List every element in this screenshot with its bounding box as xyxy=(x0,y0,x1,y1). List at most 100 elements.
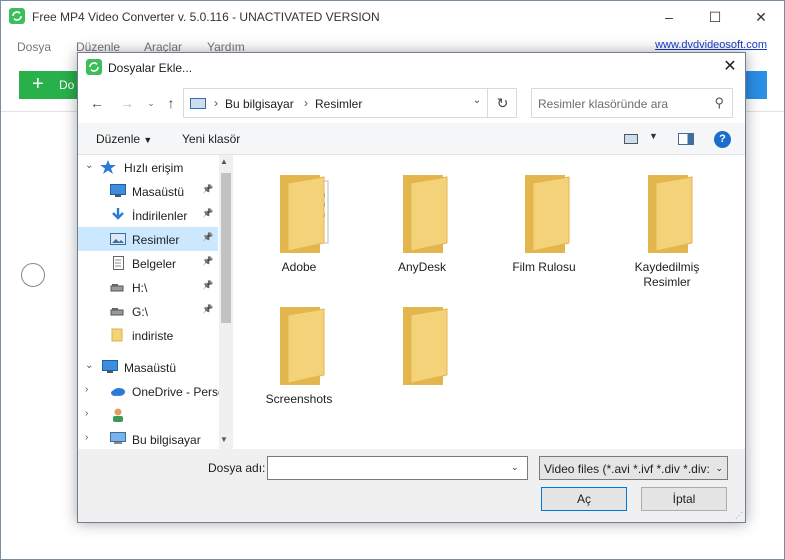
folder-icon xyxy=(110,328,126,342)
dialog-title-bar: Dosyalar Ekle... ✕ xyxy=(78,53,745,83)
chevron-down-icon[interactable]: ▼ xyxy=(649,131,658,141)
folder-icon xyxy=(401,173,451,253)
folder-name: Screenshots xyxy=(265,392,333,406)
nav-item-label: İndirilenler xyxy=(132,209,188,223)
up-arrow-icon[interactable]: ↑ xyxy=(162,94,180,112)
add-files-label: Do xyxy=(59,78,75,92)
help-icon[interactable]: ? xyxy=(714,131,731,148)
cancel-button[interactable]: İptal xyxy=(641,487,727,511)
nav-item-label: OneDrive - Persc xyxy=(132,385,225,399)
pictures-icon xyxy=(190,98,206,109)
refresh-icon[interactable]: ↻ xyxy=(487,89,517,117)
breadcrumb-this-pc[interactable]: Bu bilgisayar xyxy=(225,97,294,111)
folder-item[interactable]: Kaydedilmiş Resimler xyxy=(617,173,717,303)
folder-name: Film Rulosu xyxy=(512,260,576,274)
filename-input[interactable]: ⌄ xyxy=(267,456,528,480)
open-button[interactable]: Aç xyxy=(541,487,627,511)
nav-item[interactable]: Resimler 📌 xyxy=(78,227,218,251)
dialog-title: Dosyalar Ekle... xyxy=(108,61,193,75)
app-logo-icon xyxy=(9,8,25,24)
folder-name: Adobe xyxy=(281,260,317,274)
nav-item[interactable]: indiriste xyxy=(78,323,218,347)
folder-item[interactable]: Adobe xyxy=(249,173,349,303)
nav-item-label: Masaüstü xyxy=(132,185,185,199)
resize-grip-icon[interactable]: ⋰ xyxy=(735,511,743,520)
folder-icon xyxy=(278,305,328,385)
address-bar[interactable]: › Bu bilgisayar › Resimler ⌄ ↻ xyxy=(183,88,517,118)
minimize-button[interactable]: – xyxy=(646,1,692,33)
nav-scrollbar-thumb[interactable] xyxy=(221,173,231,323)
navigation-row: ← → ⌄ ↑ › Bu bilgisayar › Resimler ⌄ ↻ R… xyxy=(78,83,745,123)
nav-item-label: indiriste xyxy=(132,329,174,343)
folder-name: Kaydedilmiş Resimler xyxy=(634,260,700,289)
breadcrumb-pictures[interactable]: Resimler xyxy=(315,97,362,111)
folder-item[interactable] xyxy=(372,305,472,435)
preview-pane-icon[interactable] xyxy=(678,133,694,145)
folder-icon xyxy=(401,305,451,385)
folder-icon xyxy=(278,173,329,253)
pin-icon: 📌 xyxy=(202,280,214,290)
pin-icon: 📌 xyxy=(202,256,214,266)
onedrive-icon xyxy=(110,384,126,398)
view-icon[interactable] xyxy=(624,134,638,144)
nav-item[interactable]: › xyxy=(78,403,218,427)
navigation-pane: ⌄ Hızlı erişim Masaüstü 📌 İndirilenler 📌 Resim… xyxy=(78,155,233,449)
drive-icon xyxy=(110,280,126,294)
nav-item[interactable]: › OneDrive - Persc xyxy=(78,379,224,403)
chevron-right-icon: › xyxy=(304,96,308,110)
back-arrow-icon[interactable]: ← xyxy=(88,94,106,112)
nav-item-label: Hızlı erişim xyxy=(124,161,184,175)
folder-item[interactable]: Screenshots xyxy=(249,305,349,435)
chevron-down-icon[interactable]: ⌄ xyxy=(85,160,93,171)
filename-label: Dosya adı: xyxy=(208,461,266,475)
nav-item[interactable]: Belgeler 📌 xyxy=(78,251,218,275)
folder-item[interactable]: AnyDesk xyxy=(372,173,472,303)
nav-item[interactable]: ⌄ Masaüstü xyxy=(78,355,218,379)
scroll-up-icon[interactable]: ▲ xyxy=(220,157,228,166)
menu-file[interactable]: Dosya xyxy=(17,40,51,54)
scroll-down-icon[interactable]: ▼ xyxy=(220,435,228,444)
chevron-right-icon[interactable]: › xyxy=(85,384,88,395)
app-title: Free MP4 Video Converter v. 5.0.116 - UN… xyxy=(32,10,380,24)
nav-item-label: Belgeler xyxy=(132,257,177,271)
organize-button[interactable]: Düzenle ▼ xyxy=(96,132,152,146)
nav-item[interactable]: G:\ 📌 xyxy=(78,299,218,323)
chevron-right-icon[interactable]: › xyxy=(85,432,88,443)
nav-item-label: Bu bilgisayar xyxy=(132,433,201,447)
pin-icon: 📌 xyxy=(202,184,214,194)
website-link[interactable]: www.dvdvideosoft.com xyxy=(655,39,767,51)
nav-item-label: H:\ xyxy=(132,281,148,295)
folder-icon xyxy=(646,173,696,253)
chevron-down-icon[interactable]: ⌄ xyxy=(85,360,93,371)
nav-item[interactable]: › Bu bilgisayar xyxy=(78,427,218,449)
maximize-button[interactable]: ☐ xyxy=(692,1,738,33)
documents-icon xyxy=(110,256,126,270)
folder-item[interactable]: Film Rulosu xyxy=(494,173,594,303)
chevron-down-icon[interactable]: ⌄ xyxy=(470,95,484,109)
forward-arrow-icon[interactable]: → xyxy=(118,94,136,112)
close-button[interactable]: ✕ xyxy=(738,1,784,33)
recent-chevron-down-icon[interactable]: ⌄ xyxy=(142,94,160,112)
nav-item-label: Resimler xyxy=(132,233,180,247)
computer-icon xyxy=(110,432,126,446)
dialog-close-button[interactable]: ✕ xyxy=(715,53,745,81)
search-input[interactable]: Resimler klasöründe ara ⚲ xyxy=(531,88,733,118)
chevron-down-icon[interactable]: ⌄ xyxy=(511,462,519,473)
download-icon xyxy=(110,208,126,222)
file-type-value: Video files (*.avi *.ivf *.div *.div: xyxy=(544,462,710,476)
add-files-dialog: Dosyalar Ekle... ✕ ← → ⌄ ↑ › Bu bilgisay… xyxy=(77,52,746,523)
file-list: Adobe AnyDesk Film Rulosu Kaydedilmiş Resim… xyxy=(241,155,744,449)
pictures-icon xyxy=(110,232,126,246)
file-type-select[interactable]: Video files (*.avi *.ivf *.div *.div: ⌄ xyxy=(539,456,728,480)
select-radio[interactable] xyxy=(21,263,45,287)
nav-item[interactable]: ⌄ Hızlı erişim xyxy=(78,155,218,179)
nav-item[interactable]: İndirilenler 📌 xyxy=(78,203,218,227)
chevron-right-icon[interactable]: › xyxy=(85,408,88,419)
new-folder-button[interactable]: Yeni klasör xyxy=(182,132,240,146)
chevron-down-icon: ⌄ xyxy=(715,463,723,473)
nav-item[interactable]: H:\ 📌 xyxy=(78,275,218,299)
dialog-footer: Dosya adı: ⌄ Video files (*.avi *.ivf *.… xyxy=(78,449,745,522)
title-bar: Free MP4 Video Converter v. 5.0.116 - UN… xyxy=(1,1,784,33)
user-icon xyxy=(110,408,126,422)
nav-item[interactable]: Masaüstü 📌 xyxy=(78,179,218,203)
